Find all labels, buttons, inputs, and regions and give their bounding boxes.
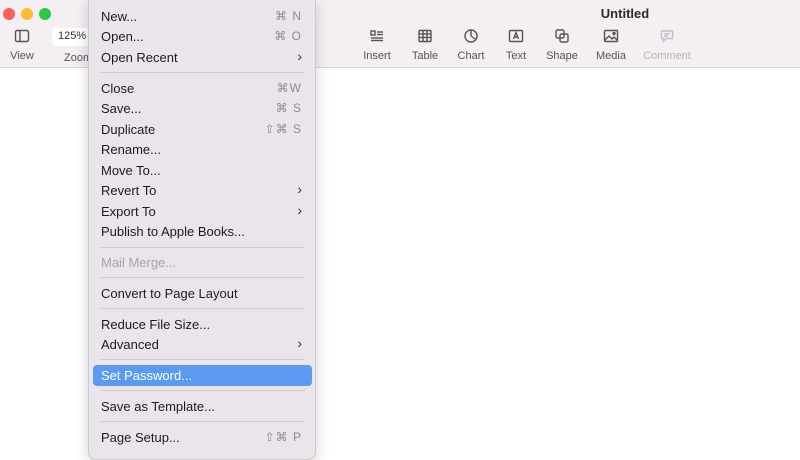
view-label: View: [10, 50, 34, 62]
shortcut: ⌘ N: [275, 9, 302, 23]
comment-label: Comment: [643, 50, 691, 62]
zoom-window-button[interactable]: [39, 8, 51, 20]
chevron-right-icon: ›: [297, 202, 302, 218]
table-label: Table: [411, 50, 439, 62]
menu-item-move-to[interactable]: Move To...: [93, 160, 312, 181]
menu-item-set-password[interactable]: Set Password...: [93, 365, 312, 386]
chart-label: Chart: [457, 50, 485, 62]
shortcut: ⌘ S: [275, 101, 302, 115]
shortcut: ⌘W: [276, 81, 302, 95]
menu-separator: [101, 72, 305, 73]
shape-label: Shape: [546, 50, 578, 62]
menu-separator: [101, 421, 305, 422]
menu-item-duplicate[interactable]: Duplicate ⇧⌘ S: [93, 119, 312, 140]
menu-separator: [101, 359, 305, 360]
media-button[interactable]: Media: [581, 28, 641, 62]
menu-item-open-recent[interactable]: Open Recent ›: [93, 47, 312, 68]
menu-item-revert-to[interactable]: Revert To ›: [93, 180, 312, 201]
menu-item-reduce-file-size[interactable]: Reduce File Size...: [93, 314, 312, 335]
insert-label: Insert: [363, 50, 391, 62]
menu-item-close[interactable]: Close ⌘W: [93, 78, 312, 99]
file-menu: New... ⌘ N Open... ⌘ O Open Recent › Clo…: [88, 0, 316, 460]
menu-separator: [101, 390, 305, 391]
chevron-right-icon: ›: [297, 181, 302, 197]
menu-item-publish-apple-books[interactable]: Publish to Apple Books...: [93, 221, 312, 242]
menu-item-rename[interactable]: Rename...: [93, 139, 312, 160]
menu-separator: [101, 247, 305, 248]
menu-item-new[interactable]: New... ⌘ N: [93, 6, 312, 27]
window-title: Untitled: [600, 6, 650, 21]
comment-icon: [637, 28, 697, 46]
menu-item-mail-merge: Mail Merge...: [101, 255, 177, 270]
chevron-right-icon: ›: [297, 335, 302, 351]
menu-item-convert-page-layout[interactable]: Convert to Page Layout: [93, 283, 312, 304]
view-button[interactable]: View: [0, 28, 52, 62]
menu-separator: [101, 277, 305, 278]
shortcut: ⌘ O: [274, 29, 302, 43]
shortcut: ⇧⌘ P: [264, 430, 302, 444]
photo-icon: [581, 28, 641, 46]
shortcut: ⇧⌘ S: [264, 122, 302, 136]
chevron-right-icon: ›: [297, 48, 302, 64]
text-label: Text: [505, 50, 527, 62]
menu-item-save-as-template[interactable]: Save as Template...: [93, 396, 312, 417]
menu-item-save[interactable]: Save... ⌘ S: [93, 98, 312, 119]
sidebar-icon: [0, 28, 52, 46]
comment-button[interactable]: Comment: [637, 28, 697, 62]
menu-item-page-setup[interactable]: Page Setup... ⇧⌘ P: [93, 427, 312, 448]
menu-item-open[interactable]: Open... ⌘ O: [93, 26, 312, 47]
menu-item-export-to[interactable]: Export To ›: [93, 201, 312, 222]
menu-item-advanced[interactable]: Advanced ›: [93, 334, 312, 355]
minimize-window-button[interactable]: [21, 8, 33, 20]
media-label: Media: [596, 50, 626, 62]
menu-separator: [101, 308, 305, 309]
close-window-button[interactable]: [3, 8, 15, 20]
